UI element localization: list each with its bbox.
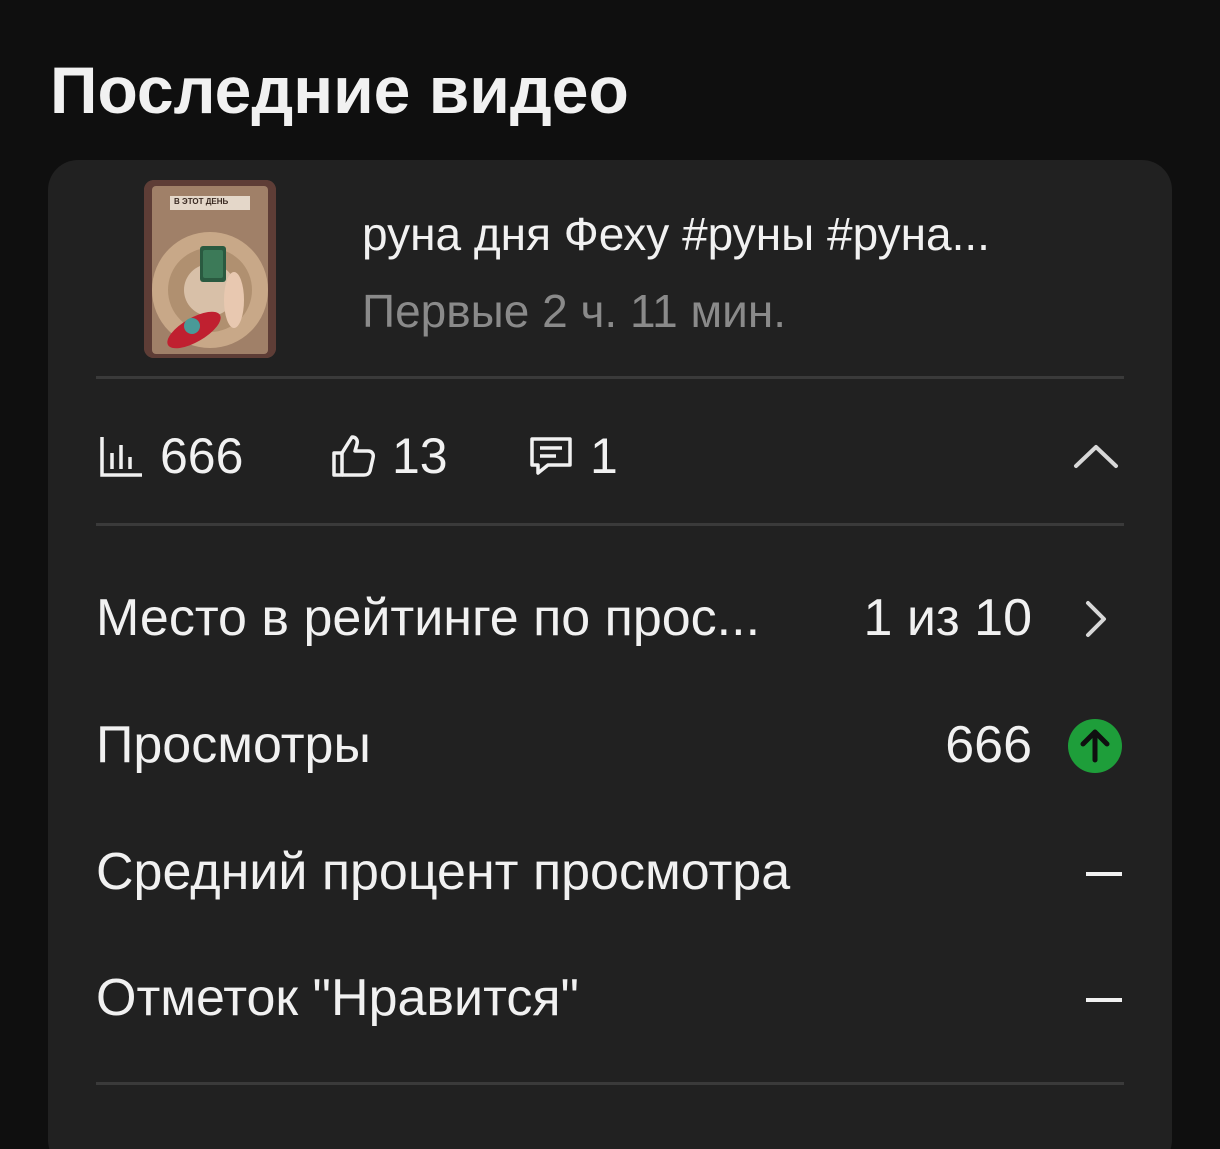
- empty-value-dash: [1086, 872, 1122, 876]
- video-duration-label: Первые 2 ч. 11 мин.: [362, 285, 787, 337]
- chevron-up-icon: [1074, 445, 1118, 468]
- metric-row-ranking[interactable]: Место в рейтинге по прос... 1 из 10: [96, 578, 1124, 658]
- stats-row: 666 13 1: [96, 400, 1124, 510]
- comments-count: 1: [590, 428, 618, 484]
- video-title: руна дня Феху #руны #руна...: [362, 208, 990, 260]
- empty-value-dash: [1086, 998, 1122, 1002]
- comments-stat: 1: [526, 426, 618, 486]
- thumbs-up-icon: [332, 435, 375, 477]
- views-count: 666: [160, 428, 244, 484]
- page: Последние видео В ЭТОТ ДЕНЬ руна дня Фех…: [0, 0, 1220, 1149]
- collapse-button[interactable]: [1068, 428, 1124, 484]
- metric-label: Средний процент просмотра: [96, 843, 791, 901]
- metric-label: Место в рейтинге по прос...: [96, 589, 761, 647]
- arrow-up-circle-icon: [1066, 717, 1124, 775]
- likes-stat: 13: [328, 426, 448, 486]
- metric-label: Отметок "Нравится": [96, 969, 579, 1027]
- section-title: Последние видео: [50, 53, 629, 127]
- comment-icon: [530, 437, 572, 475]
- metric-label: Просмотры: [96, 716, 371, 774]
- metric-value: 666: [945, 716, 1032, 774]
- video-thumbnail[interactable]: В ЭТОТ ДЕНЬ: [144, 180, 276, 358]
- metric-row-likes: Отметок "Нравится": [96, 958, 1124, 1038]
- divider: [96, 376, 1124, 379]
- likes-count: 13: [392, 428, 448, 484]
- video-item[interactable]: В ЭТОТ ДЕНЬ руна дня Феху #руны #руна...…: [96, 180, 1124, 360]
- bar-chart-icon: [100, 437, 142, 477]
- thumbnail-image: [144, 180, 276, 358]
- chevron-right-icon[interactable]: [1066, 590, 1124, 648]
- divider: [96, 523, 1124, 526]
- views-stat: 666: [96, 426, 243, 486]
- divider: [96, 1082, 1124, 1085]
- metric-row-views: Просмотры 666: [96, 705, 1124, 785]
- metric-row-avg-percent: Средний процент просмотра: [96, 832, 1124, 912]
- metric-value: 1 из 10: [863, 589, 1032, 647]
- thumbnail-caption: В ЭТОТ ДЕНЬ: [174, 197, 229, 206]
